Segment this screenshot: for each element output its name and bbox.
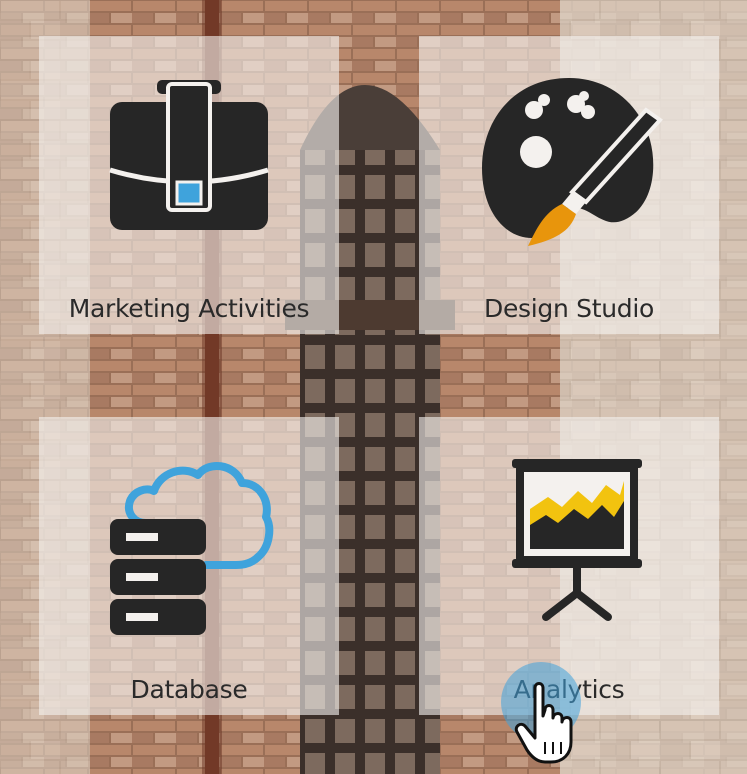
tile-label: Design Studio	[484, 294, 654, 323]
tile-label: Database	[130, 675, 248, 704]
palette-icon	[482, 78, 663, 246]
tile-marketing-activities[interactable]: Marketing Activities	[39, 36, 339, 334]
cloud-database-icon	[110, 462, 274, 635]
tile-design-studio[interactable]: Design Studio	[419, 36, 719, 334]
tile-label: Marketing Activities	[68, 294, 310, 323]
presentation-chart-icon	[512, 459, 642, 621]
tile-label: Analytics	[513, 675, 625, 704]
tile-analytics[interactable]: Analytics	[419, 417, 719, 715]
briefcase-icon	[109, 80, 269, 230]
tile-database[interactable]: Database	[39, 417, 339, 715]
